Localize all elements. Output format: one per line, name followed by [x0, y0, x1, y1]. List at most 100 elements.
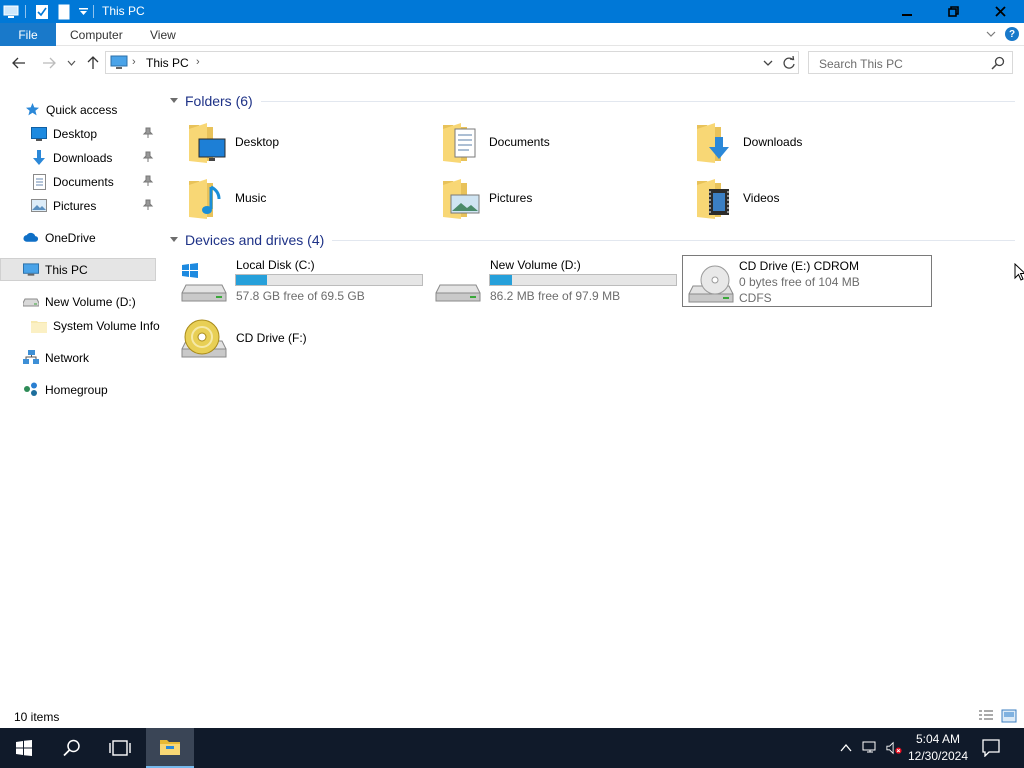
close-button[interactable]: [976, 0, 1024, 23]
windows-logo-icon: [16, 740, 32, 756]
sidebar-item-network[interactable]: Network: [0, 346, 156, 369]
navigation-bar: › This PC › Search This PC: [0, 46, 1024, 80]
folder-name: Downloads: [743, 135, 803, 149]
minimize-icon: [902, 13, 912, 16]
star-icon: [24, 102, 40, 118]
folder-downloads[interactable]: Downloads: [678, 116, 928, 168]
search-input[interactable]: Search This PC: [819, 57, 903, 71]
chevron-down-icon: [67, 60, 75, 66]
sidebar-item-homegroup[interactable]: Homegroup: [0, 378, 156, 401]
restore-icon: [947, 6, 959, 17]
folder-videos[interactable]: Videos: [678, 172, 928, 224]
expand-ribbon-icon[interactable]: [985, 28, 997, 40]
network-tray-button[interactable]: [862, 740, 878, 756]
large-icons-view-icon[interactable]: [1001, 709, 1017, 723]
details-view-icon[interactable]: [978, 709, 994, 723]
sidebar-item-this-pc[interactable]: This PC: [0, 258, 156, 281]
drive-f[interactable]: CD Drive (F:): [170, 311, 420, 363]
customize-toolbar-icon[interactable]: [78, 4, 88, 20]
drive-free-space: 0 bytes free of 104 MB: [739, 275, 860, 289]
chevron-right-icon[interactable]: ›: [196, 56, 200, 68]
address-dropdown-icon[interactable]: [762, 57, 774, 69]
sidebar-item-system-volume[interactable]: System Volume Info: [0, 314, 160, 337]
sidebar-item-new-volume[interactable]: New Volume (D:): [0, 290, 156, 313]
folder-pictures[interactable]: Pictures: [424, 172, 674, 224]
search-box[interactable]: Search This PC: [808, 51, 1013, 74]
volume-tray-button[interactable]: [886, 740, 902, 756]
new-folder-icon[interactable]: [56, 4, 72, 20]
sidebar-item-pictures[interactable]: Pictures: [0, 194, 156, 217]
folder-desktop[interactable]: Desktop: [170, 116, 420, 168]
back-button[interactable]: [10, 54, 28, 72]
cd-drive-icon: [181, 319, 227, 358]
file-explorer-taskbar-button[interactable]: [146, 728, 194, 768]
drive-d[interactable]: New Volume (D:) 86.2 MB free of 97.9 MB: [424, 255, 677, 307]
help-button[interactable]: ?: [1005, 27, 1019, 41]
network-icon: [23, 350, 39, 366]
this-pc-window-icon[interactable]: [3, 4, 19, 20]
folder-music[interactable]: Music: [170, 172, 420, 224]
address-bar[interactable]: › This PC ›: [105, 51, 799, 74]
cd-drive-icon: [688, 265, 734, 303]
videos-folder-icon: [697, 179, 729, 219]
sidebar-item-downloads[interactable]: Downloads: [0, 146, 156, 169]
folder-icon: [31, 318, 47, 334]
this-pc-icon: [110, 55, 128, 69]
taskbar-search-button[interactable]: [48, 728, 96, 768]
sidebar-item-onedrive[interactable]: OneDrive: [0, 226, 156, 249]
recent-locations-button[interactable]: [64, 54, 78, 72]
forward-button[interactable]: [40, 54, 58, 72]
folder-name: Music: [235, 191, 267, 205]
chevron-down-icon: [170, 98, 178, 103]
action-center-button[interactable]: [982, 739, 1000, 758]
minimize-button[interactable]: [884, 0, 930, 23]
folder-name: Pictures: [489, 191, 533, 205]
chevron-right-icon[interactable]: ›: [132, 56, 136, 68]
up-button[interactable]: [84, 54, 102, 72]
onedrive-icon: [23, 230, 39, 246]
folders-group-header[interactable]: Folders (6): [165, 90, 1015, 112]
task-view-button[interactable]: [96, 728, 144, 768]
drive-name: New Volume (D:): [490, 258, 581, 272]
drive-filesystem: CDFS: [739, 291, 772, 305]
arrow-left-icon: [12, 57, 25, 69]
sidebar-item-quick-access[interactable]: Quick access: [0, 98, 156, 121]
taskbar-clock[interactable]: 5:04 AM 12/30/2024: [902, 731, 974, 765]
sidebar-item-documents[interactable]: Documents: [0, 170, 156, 193]
show-hidden-icons-button[interactable]: [838, 740, 854, 756]
close-icon: [994, 6, 1006, 17]
restore-button[interactable]: [930, 0, 976, 23]
start-button[interactable]: [0, 728, 48, 768]
refresh-icon[interactable]: [782, 56, 796, 70]
status-bar: 10 items: [0, 706, 1024, 728]
chevron-down-icon: [170, 237, 178, 242]
search-icon: [63, 739, 80, 757]
title-separator: [93, 5, 94, 18]
drive-e[interactable]: CD Drive (E:) CDROM 0 bytes free of 104 …: [682, 255, 932, 307]
drives-group-header[interactable]: Devices and drives (4): [165, 229, 1015, 251]
drive-usage-bar: [489, 274, 677, 286]
sidebar-item-desktop[interactable]: Desktop: [0, 122, 156, 145]
windows-drive-icon: [181, 263, 227, 302]
sidebar-item-label: Documents: [53, 174, 114, 189]
breadcrumb-this-pc[interactable]: This PC: [146, 56, 189, 70]
drive-usage-bar: [235, 274, 423, 286]
tab-computer[interactable]: Computer: [70, 28, 123, 42]
arrow-right-icon: [43, 57, 56, 69]
search-icon[interactable]: [991, 56, 1005, 70]
network-status-icon: [862, 741, 876, 753]
properties-icon[interactable]: [34, 4, 50, 20]
sidebar-item-label: Desktop: [53, 126, 98, 141]
drive-c[interactable]: Local Disk (C:) 57.8 GB free of 69.5 GB: [170, 255, 423, 307]
arrow-up-icon: [87, 56, 99, 69]
tab-file[interactable]: File: [0, 23, 56, 46]
desktop-icon: [31, 126, 47, 142]
pin-icon: [142, 151, 154, 162]
downloads-icon: [31, 149, 47, 166]
chevron-up-icon: [840, 744, 852, 752]
this-pc-icon: [23, 262, 39, 278]
folder-documents[interactable]: Documents: [424, 116, 674, 168]
clock-time: 5:04 AM: [915, 732, 961, 746]
pictures-icon: [31, 198, 47, 214]
tab-view[interactable]: View: [150, 28, 176, 42]
